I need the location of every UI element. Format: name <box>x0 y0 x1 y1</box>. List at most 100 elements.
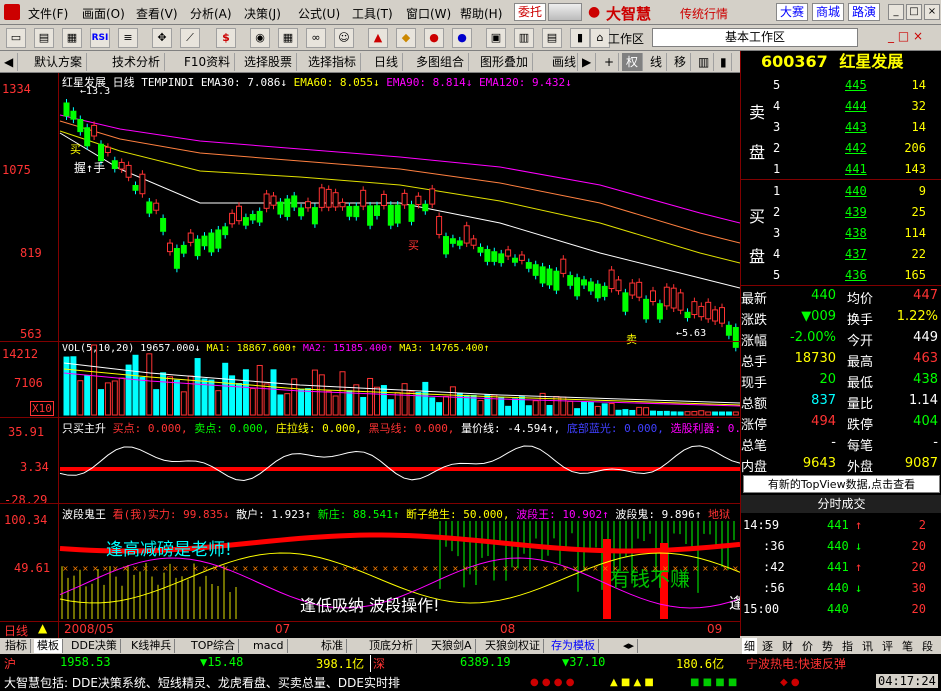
menu-view[interactable]: 查看(V) <box>136 5 178 22</box>
tab-tianlang-warrant[interactable]: 天狼剑权证 <box>482 639 544 653</box>
line-button[interactable]: 线 <box>646 53 668 71</box>
trade-button[interactable]: 委托 <box>514 3 547 21</box>
signal-icon[interactable]: ▮ <box>570 28 590 48</box>
tab-save-template[interactable]: 存为模板 <box>548 639 599 653</box>
people-icon[interactable]: ☺ <box>334 28 354 48</box>
tab-tianlang-a[interactable]: 天狼剑A <box>428 639 476 653</box>
menu-analysis[interactable]: 分析(A) <box>190 5 232 22</box>
table-icon[interactable]: ▤ <box>542 28 562 48</box>
tab-topbottom[interactable]: 顶底分析 <box>366 639 417 653</box>
ruler-icon[interactable]: ⟋ <box>180 28 200 48</box>
close-button[interactable]: × <box>924 4 940 20</box>
ask-row-1[interactable]: 1 441 143 <box>741 159 941 180</box>
close-red-icon[interactable]: _ □ × <box>888 29 923 43</box>
draw-line-button[interactable]: 画线 <box>548 53 578 71</box>
ask-row-5[interactable]: 5 445 14 <box>741 75 941 96</box>
contest-button[interactable]: 大赛 <box>776 3 809 21</box>
tab-standard[interactable]: 标准 <box>318 639 347 653</box>
candle-body <box>546 268 553 286</box>
tab-dde[interactable]: DDE决策 <box>68 639 121 653</box>
move-icon[interactable]: ✥ <box>152 28 172 48</box>
minimize-button[interactable]: _ <box>888 4 904 20</box>
restore-button[interactable]: □ <box>906 4 922 20</box>
y-label-1075: 1075 <box>2 163 31 177</box>
menu-window[interactable]: 窗口(W) <box>406 5 451 22</box>
tab-scroll-icon[interactable]: ◂▸ <box>620 639 639 653</box>
tab-indicator[interactable]: 指标 <box>2 639 31 653</box>
candle-icon[interactable]: ▦ <box>62 28 82 48</box>
folder-icon[interactable]: ▭ <box>6 28 26 48</box>
grid-icon[interactable]: ▦ <box>278 28 298 48</box>
ask-row-3[interactable]: 3 443 14 <box>741 117 941 138</box>
calendar-icon[interactable]: ▣ <box>486 28 506 48</box>
layout-icon[interactable]: ▥ <box>694 53 715 71</box>
bid-row-5[interactable]: 5 436 165 <box>741 265 941 286</box>
menu-help[interactable]: 帮助(H) <box>460 5 502 22</box>
rtab-review[interactable]: 评 <box>882 638 893 654</box>
rtab-price[interactable]: 价 <box>802 638 813 654</box>
x-axis-triangle-icon[interactable]: ▲ <box>38 621 47 635</box>
rtab-detail[interactable]: 细 <box>742 638 757 654</box>
blue-circle-icon[interactable]: ● <box>452 28 472 48</box>
select-indicator-button[interactable]: 选择指标 <box>304 53 362 71</box>
menu-file[interactable]: 文件(F) <box>28 5 68 22</box>
rsi-icon[interactable]: RSI <box>90 28 110 48</box>
shift-button[interactable]: 移 <box>670 53 692 71</box>
diamond-icon[interactable]: ◆ <box>396 28 416 48</box>
mall-button[interactable]: 商城 <box>812 3 845 21</box>
ad-banner[interactable] <box>548 3 582 21</box>
tech-analysis-button[interactable]: 技术分析 <box>108 53 166 71</box>
chart-icon[interactable]: ▤ <box>34 28 54 48</box>
ask-row-4[interactable]: 4 444 32 <box>741 96 941 117</box>
rtab-trades[interactable]: 笔 <box>902 638 913 654</box>
tab-macd[interactable]: macd <box>250 639 288 653</box>
scroll-right-icon[interactable]: ▶ <box>578 53 597 71</box>
bid-row-2[interactable]: 2 439 25 <box>741 202 941 223</box>
eye-icon[interactable]: ◉ <box>250 28 270 48</box>
menu-tools[interactable]: 工具(T) <box>352 5 393 22</box>
volume-bar <box>663 410 670 416</box>
f10-button[interactable]: F10资料 <box>180 53 236 71</box>
binoculars-icon[interactable]: ∞ <box>306 28 326 48</box>
rights-button[interactable]: 权 <box>622 53 644 71</box>
stat-label: 最低 <box>847 376 874 391</box>
rtab-section[interactable]: 段 <box>922 638 933 654</box>
x-axis-period[interactable]: 日线 <box>4 622 28 638</box>
panel-icon[interactable]: ▮ <box>716 53 732 71</box>
workspace-select[interactable]: 基本工作区 <box>652 28 858 47</box>
rtab-finance[interactable]: 财 <box>782 638 793 654</box>
bid-row-1[interactable]: 1 440 9 <box>741 181 941 202</box>
plus-icon[interactable]: + <box>600 53 620 71</box>
menu-decision[interactable]: 决策(J) <box>244 5 281 22</box>
tab-top[interactable]: TOP综合 <box>188 639 240 653</box>
bid-row-3[interactable]: 3 438 114 <box>741 223 941 244</box>
news-ticker[interactable]: 宁波热电:快速反弹 <box>746 655 846 672</box>
chart-area[interactable]: × × × × × × × × × × × × × × × × × × × × × × × × × × × × × × × × × × × × × × × ×… <box>0 73 740 638</box>
stat-label: 总手 <box>741 355 768 370</box>
multi-chart-button[interactable]: 多图组合 <box>412 53 470 71</box>
buy-icon[interactable]: ▲ <box>368 28 388 48</box>
rtab-trend[interactable]: 势 <box>822 638 833 654</box>
ask-row-2[interactable]: 2 442 206 <box>741 138 941 159</box>
daily-button[interactable]: 日线 <box>370 53 404 71</box>
book-icon[interactable]: ▥ <box>514 28 534 48</box>
rtab-tick[interactable]: 逐 <box>762 638 773 654</box>
menu-formula[interactable]: 公式(U) <box>298 5 340 22</box>
bid-row-4[interactable]: 4 437 22 <box>741 244 941 265</box>
scroll-left-icon[interactable]: ◀ <box>0 53 19 71</box>
default-scheme-button[interactable]: 默认方案 <box>30 53 88 71</box>
select-stock-button[interactable]: 选择股票 <box>240 53 298 71</box>
dollar-icon[interactable]: $ <box>216 28 236 48</box>
menu-view-screen[interactable]: 画面(O) <box>82 5 125 22</box>
rtab-news[interactable]: 讯 <box>862 638 873 654</box>
red-circle-icon[interactable]: ● <box>424 28 444 48</box>
overlay-button[interactable]: 图形叠加 <box>476 53 534 71</box>
tab-template[interactable]: 模板 <box>34 639 63 653</box>
home-icon[interactable]: ⌂ <box>590 28 610 48</box>
topview-banner[interactable]: 有新的TopView数据,点击查看 <box>743 475 940 493</box>
tab-kline[interactable]: K线神兵 <box>128 639 176 653</box>
ask-volume: 14 <box>911 78 926 92</box>
roadshow-button[interactable]: 路演 <box>848 3 881 21</box>
list-icon[interactable]: ≡ <box>118 28 138 48</box>
rtab-index[interactable]: 指 <box>842 638 853 654</box>
